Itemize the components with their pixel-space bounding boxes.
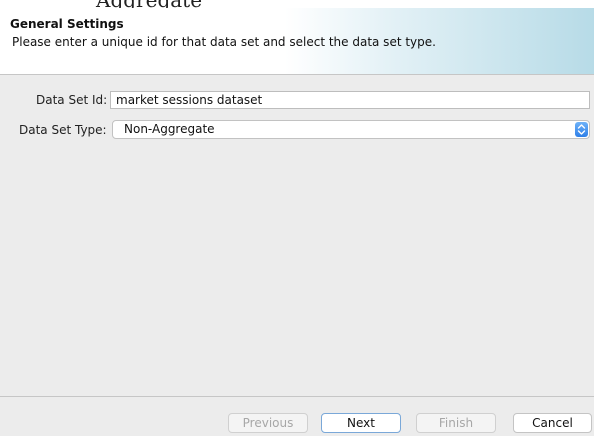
next-button[interactable]: Next — [321, 413, 401, 433]
data-set-id-label: Data Set Id: — [36, 93, 108, 107]
background-window-strip: Aggregate — [0, 0, 594, 8]
data-set-wizard: Aggregate General Settings Please enter … — [0, 0, 594, 436]
select-stepper-icon[interactable] — [575, 122, 588, 137]
wizard-footer: Previous Next Finish Cancel — [0, 397, 594, 436]
data-set-type-label: Data Set Type: — [19, 123, 107, 137]
data-set-id-field[interactable] — [110, 91, 590, 109]
previous-button[interactable]: Previous — [228, 413, 308, 433]
page-title: General Settings — [10, 17, 124, 31]
form-panel: Data Set Id: Data Set Type: Non-Aggregat… — [0, 75, 594, 396]
wizard-header: General Settings Please enter a unique i… — [0, 8, 594, 74]
data-set-type-select[interactable]: Non-Aggregate — [112, 120, 590, 139]
page-description: Please enter a unique id for that data s… — [12, 35, 436, 49]
finish-button[interactable]: Finish — [416, 413, 496, 433]
data-set-type-value: Non-Aggregate — [124, 122, 215, 136]
background-window-title: Aggregate — [96, 0, 202, 8]
cancel-button[interactable]: Cancel — [513, 413, 592, 433]
